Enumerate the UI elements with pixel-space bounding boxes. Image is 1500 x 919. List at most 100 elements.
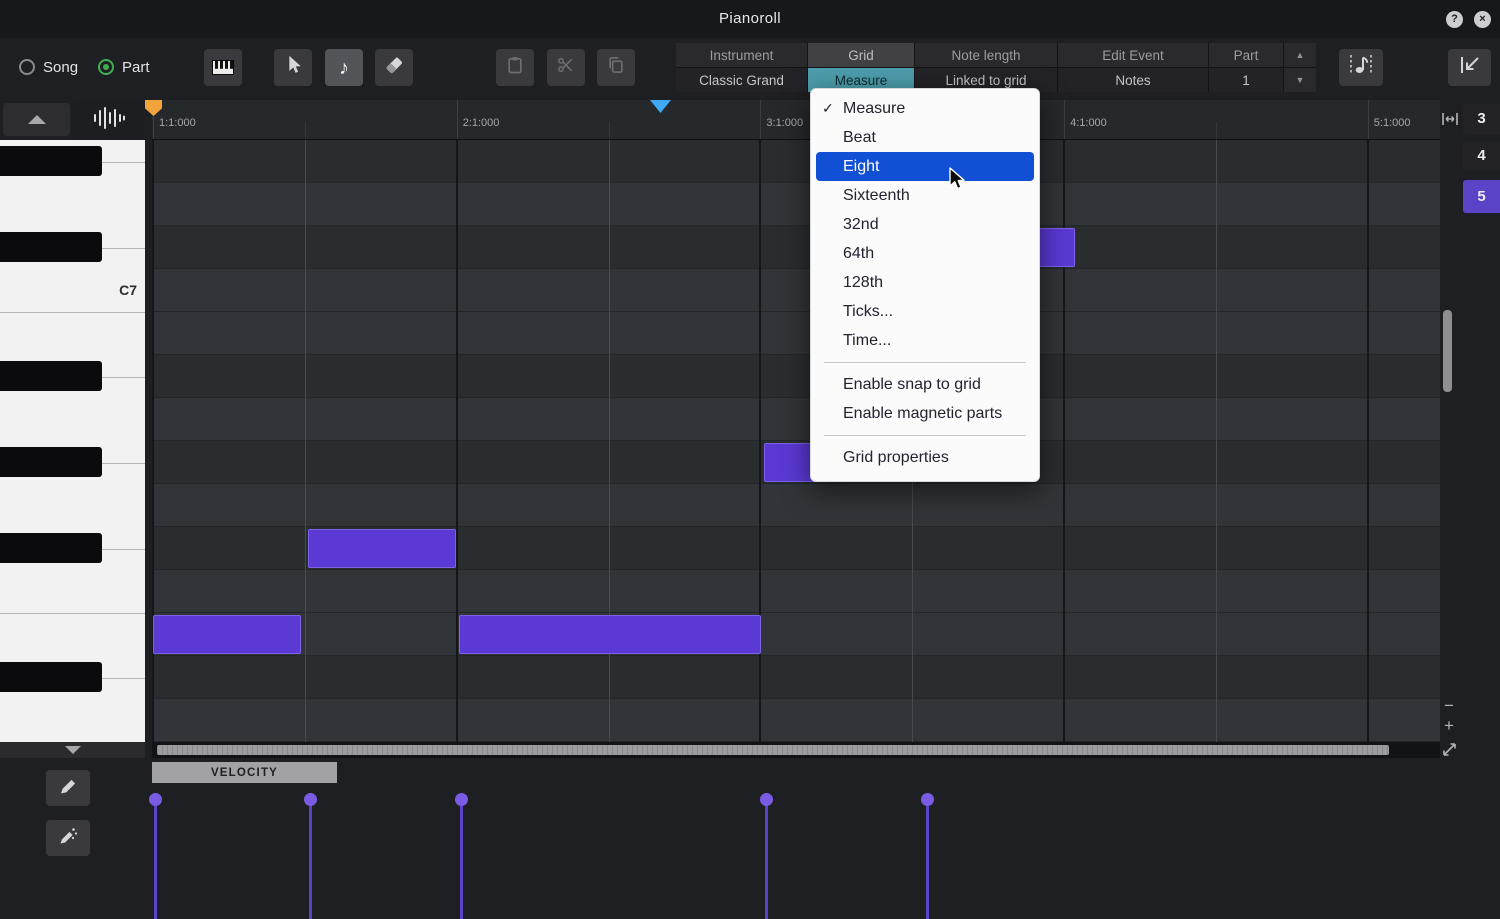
menu-item-enable-snap-to-grid[interactable]: Enable snap to grid [811, 370, 1039, 399]
piano-key-dsharp7[interactable] [0, 146, 102, 176]
grid-row-dsharp6 [152, 656, 1440, 699]
keyboard-display-button[interactable] [204, 49, 242, 86]
velocity-stem[interactable] [154, 800, 157, 919]
up-arrow-icon [28, 115, 46, 124]
velocity-stem[interactable] [926, 800, 929, 919]
velocity-handle[interactable] [921, 793, 934, 806]
audio-preview-button[interactable] [73, 100, 145, 140]
midi-note-e6[interactable] [459, 615, 761, 654]
menu-item-32nd[interactable]: 32nd [811, 210, 1039, 239]
column-value-instrument[interactable]: Classic Grand [676, 67, 808, 92]
menu-item-label: Ticks... [843, 303, 893, 320]
menu-item-eight[interactable]: Eight [816, 152, 1034, 181]
horizontal-scrollbar-thumb[interactable] [157, 745, 1389, 755]
editor-settings-table: InstrumentClassic GrandGridMeasureNote l… [676, 43, 1316, 92]
piano-key-dsharp6[interactable] [0, 662, 102, 692]
eraser-icon [383, 54, 405, 81]
grid-row-csharp7 [152, 226, 1440, 269]
draw-note-tool-button[interactable]: ♪ [325, 49, 363, 86]
column-header-edit-event[interactable]: Edit Event [1058, 43, 1209, 67]
ruler-label: 3:1:000 [766, 117, 803, 129]
column-value-edit-event[interactable]: Notes [1058, 67, 1209, 92]
timeline-ruler[interactable]: 1:1:0002:1:0003:1:0004:1:0005:1:000 [152, 100, 1440, 140]
menu-item-enable-magnetic-parts[interactable]: Enable magnetic parts [811, 399, 1039, 428]
velocity-handle[interactable] [455, 793, 468, 806]
menu-item-ticks[interactable]: Ticks... [811, 297, 1039, 326]
part-spinner-down-icon[interactable]: ▼ [1284, 67, 1316, 92]
fit-width-button[interactable] [1440, 109, 1460, 129]
copy-button[interactable] [597, 49, 635, 86]
menu-item-128th[interactable]: 128th [811, 268, 1039, 297]
quantize-button[interactable] [1339, 49, 1383, 86]
radio-selected-icon [98, 59, 114, 75]
piano-keyboard[interactable]: C7 [0, 140, 145, 742]
column-header-grid[interactable]: Grid [808, 43, 915, 67]
paste-button[interactable] [496, 49, 534, 86]
piano-keys-icon [212, 60, 234, 75]
part-mode-radio[interactable]: Part [98, 57, 150, 77]
velocity-stem[interactable] [460, 800, 463, 919]
part-radio-label: Part [122, 59, 150, 76]
piano-key-csharp7[interactable] [0, 232, 102, 262]
menu-item-beat[interactable]: Beat [811, 123, 1039, 152]
menu-separator [824, 362, 1026, 363]
quantize-icon [1347, 53, 1375, 82]
ruler-label: 2:1:000 [463, 117, 500, 129]
midi-note-e6[interactable] [153, 615, 301, 654]
song-radio-label: Song [43, 59, 78, 76]
column-header-note-length[interactable]: Note length [915, 43, 1058, 67]
velocity-handle[interactable] [760, 793, 773, 806]
column-header-instrument[interactable]: Instrument [676, 43, 808, 67]
part-tab-3[interactable]: 3 [1463, 104, 1500, 134]
menu-item-label: Enable magnetic parts [843, 405, 1002, 422]
menu-item-label: 64th [843, 245, 874, 262]
ruler-label: 5:1:000 [1374, 117, 1411, 129]
menu-item-label: 128th [843, 274, 883, 291]
column-value-part[interactable]: 1 [1209, 67, 1284, 92]
menu-separator [824, 435, 1026, 436]
menu-item-grid-properties[interactable]: Grid properties [811, 443, 1039, 472]
waveform-icon [91, 106, 127, 135]
menu-item-label: Eight [843, 158, 879, 175]
help-button[interactable]: ? [1446, 11, 1463, 28]
piano-key-asharp6[interactable] [0, 361, 102, 391]
velocity-handle[interactable] [149, 793, 162, 806]
part-spinner-up-icon[interactable]: ▲ [1284, 43, 1316, 67]
velocity-stem[interactable] [309, 800, 312, 919]
menu-item-measure[interactable]: ✓Measure [811, 94, 1039, 123]
cut-button[interactable] [547, 49, 585, 86]
menu-item-label: Enable snap to grid [843, 376, 981, 393]
piano-key-fsharp6[interactable] [0, 533, 102, 563]
horizontal-scrollbar[interactable] [152, 742, 1440, 758]
octave-label: C7 [119, 269, 137, 312]
note-grid[interactable] [152, 140, 1440, 742]
velocity-stem[interactable] [765, 800, 768, 919]
grid-row-e6 [152, 613, 1440, 656]
copy-icon [606, 54, 626, 81]
titlebar: Pianoroll ? × [0, 0, 1500, 38]
menu-item-sixteenth[interactable]: Sixteenth [811, 181, 1039, 210]
expand-editor-button[interactable] [1440, 740, 1459, 759]
part-tab-5[interactable]: 5 [1463, 180, 1500, 213]
song-mode-radio[interactable]: Song [19, 57, 78, 77]
part-tab-4[interactable]: 4 [1463, 141, 1500, 171]
grid-row-a6 [152, 398, 1440, 441]
zoom-out-button[interactable]: − [1440, 698, 1458, 716]
eraser-tool-button[interactable] [375, 49, 413, 86]
menu-item-64th[interactable]: 64th [811, 239, 1039, 268]
grid-row-dsharp7 [152, 140, 1440, 183]
ruler-label: 4:1:000 [1070, 117, 1107, 129]
vertical-scrollbar-thumb[interactable] [1443, 310, 1452, 392]
velocity-lane[interactable] [0, 758, 1500, 919]
menu-item-time[interactable]: Time... [811, 326, 1039, 355]
grid-row-asharp6 [152, 355, 1440, 398]
zoom-in-button[interactable]: + [1440, 718, 1458, 736]
column-header-part[interactable]: Part [1209, 43, 1284, 67]
pointer-icon [283, 54, 303, 81]
midi-note-fsharp6[interactable] [308, 529, 456, 568]
scroll-up-button[interactable] [3, 103, 70, 136]
piano-key-gsharp6[interactable] [0, 447, 102, 477]
scroll-down-button[interactable] [0, 742, 145, 758]
select-tool-button[interactable] [274, 49, 312, 86]
velocity-handle[interactable] [304, 793, 317, 806]
